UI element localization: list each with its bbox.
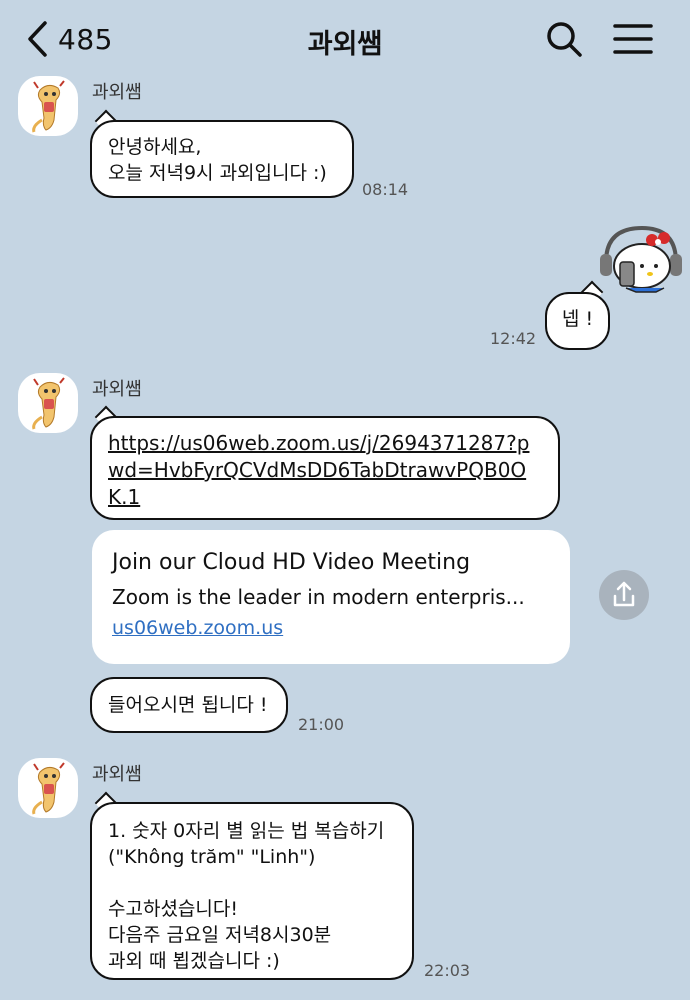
message-time: 12:42 [490,329,537,348]
menu-button[interactable] [613,21,653,57]
message-line: 수고하셨습니다! [108,898,238,920]
cartoon-dragon-avatar-icon [32,762,65,815]
message-time: 22:03 [424,961,471,980]
my-message-bubble[interactable]: 넵 ! [545,292,610,350]
avatar[interactable] [18,758,78,818]
message-text: 들어오시면 됩니다 ! [108,694,268,716]
message-line: 안녕하세요, [108,136,202,158]
hamburger-menu-icon [613,24,653,54]
link-message-bubble[interactable]: https://us06web.zoom.us/j/2694371287?pwd… [90,416,560,520]
cartoon-dragon-avatar-icon [32,80,65,133]
link-preview-card[interactable]: Join our Cloud HD Video Meeting Zoom is … [92,530,570,664]
avatar[interactable] [18,373,78,433]
sender-name: 과외쌤 [92,82,142,103]
avatar[interactable] [18,76,78,136]
message-time: 21:00 [298,715,345,734]
sticker[interactable] [596,222,684,298]
message-line: ("Không trăm" "Linh") [108,846,316,868]
share-icon [613,581,635,607]
message-line: 다음주 금요일 저녁8시30분 [108,924,332,946]
search-icon [547,22,582,57]
message-time: 08:14 [362,180,409,199]
message-text: 넵 ! [561,308,594,330]
sender-name: 과외쌤 [92,379,142,400]
chat-header: 485 과외쌤 [0,0,690,78]
message-line: 1. 숫자 0자리 별 읽는 법 복습하기 [108,820,385,842]
cartoon-dragon-avatar-icon [32,377,65,430]
message-bubble[interactable]: 들어오시면 됩니다 ! [90,677,288,733]
link-preview-title: Join our Cloud HD Video Meeting [112,550,471,575]
chat-title: 과외쌤 [307,29,383,60]
message-bubble[interactable]: 1. 숫자 0자리 별 읽는 법 복습하기 ("Không trăm" "Lin… [90,802,414,980]
sender-name: 과외쌤 [92,764,142,785]
link-preview-description: Zoom is the leader in modern enterpris..… [112,585,525,609]
zoom-meeting-link[interactable]: https://us06web.zoom.us/j/2694371287?pwd… [108,431,529,509]
message-line: 과외 때 뵙겠습니다 :) [108,950,280,972]
message-bubble[interactable]: 안녕하세요, 오늘 저녁9시 과외입니다 :) [90,120,354,198]
search-button[interactable] [545,20,583,58]
message-line: 오늘 저녁9시 과외입니다 :) [108,162,327,184]
link-preview-domain[interactable]: us06web.zoom.us [112,614,550,642]
hello-kitty-headphones-sticker-icon [600,225,682,293]
share-button[interactable] [599,570,649,620]
